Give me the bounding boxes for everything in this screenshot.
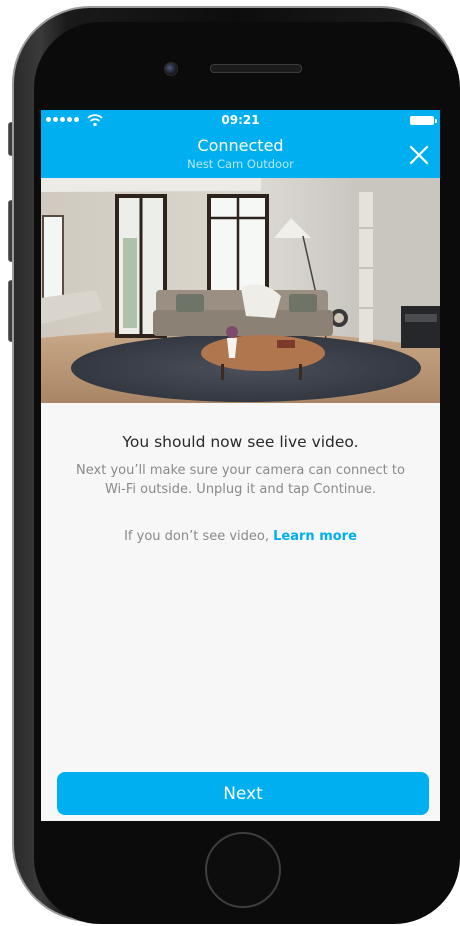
home-button[interactable]: [205, 832, 281, 908]
front-camera: [164, 62, 178, 76]
status-time: 09:21: [221, 113, 260, 127]
battery-icon: [410, 116, 437, 125]
next-button[interactable]: Next: [57, 772, 429, 815]
help-line: If you don’t see video, Learn more: [41, 529, 440, 544]
nav-title: Connected: [197, 136, 284, 155]
app-screen: 09:21 Connected Nest Cam Outdoor You sho…: [41, 110, 440, 821]
close-icon[interactable]: [408, 144, 430, 166]
help-prefix: If you don’t see video,: [124, 529, 269, 544]
nav-subtitle: Nest Cam Outdoor: [187, 157, 294, 171]
instructions-text: Next you’ll make sure your camera can co…: [76, 463, 405, 497]
headline: You should now see live video.: [122, 433, 359, 451]
earpiece-speaker: [210, 64, 302, 73]
status-bar: 09:21: [41, 110, 440, 130]
nav-bar: Connected Nest Cam Outdoor: [41, 130, 440, 178]
live-video-feed: [41, 178, 440, 403]
learn-more-link[interactable]: Learn more: [273, 529, 357, 544]
